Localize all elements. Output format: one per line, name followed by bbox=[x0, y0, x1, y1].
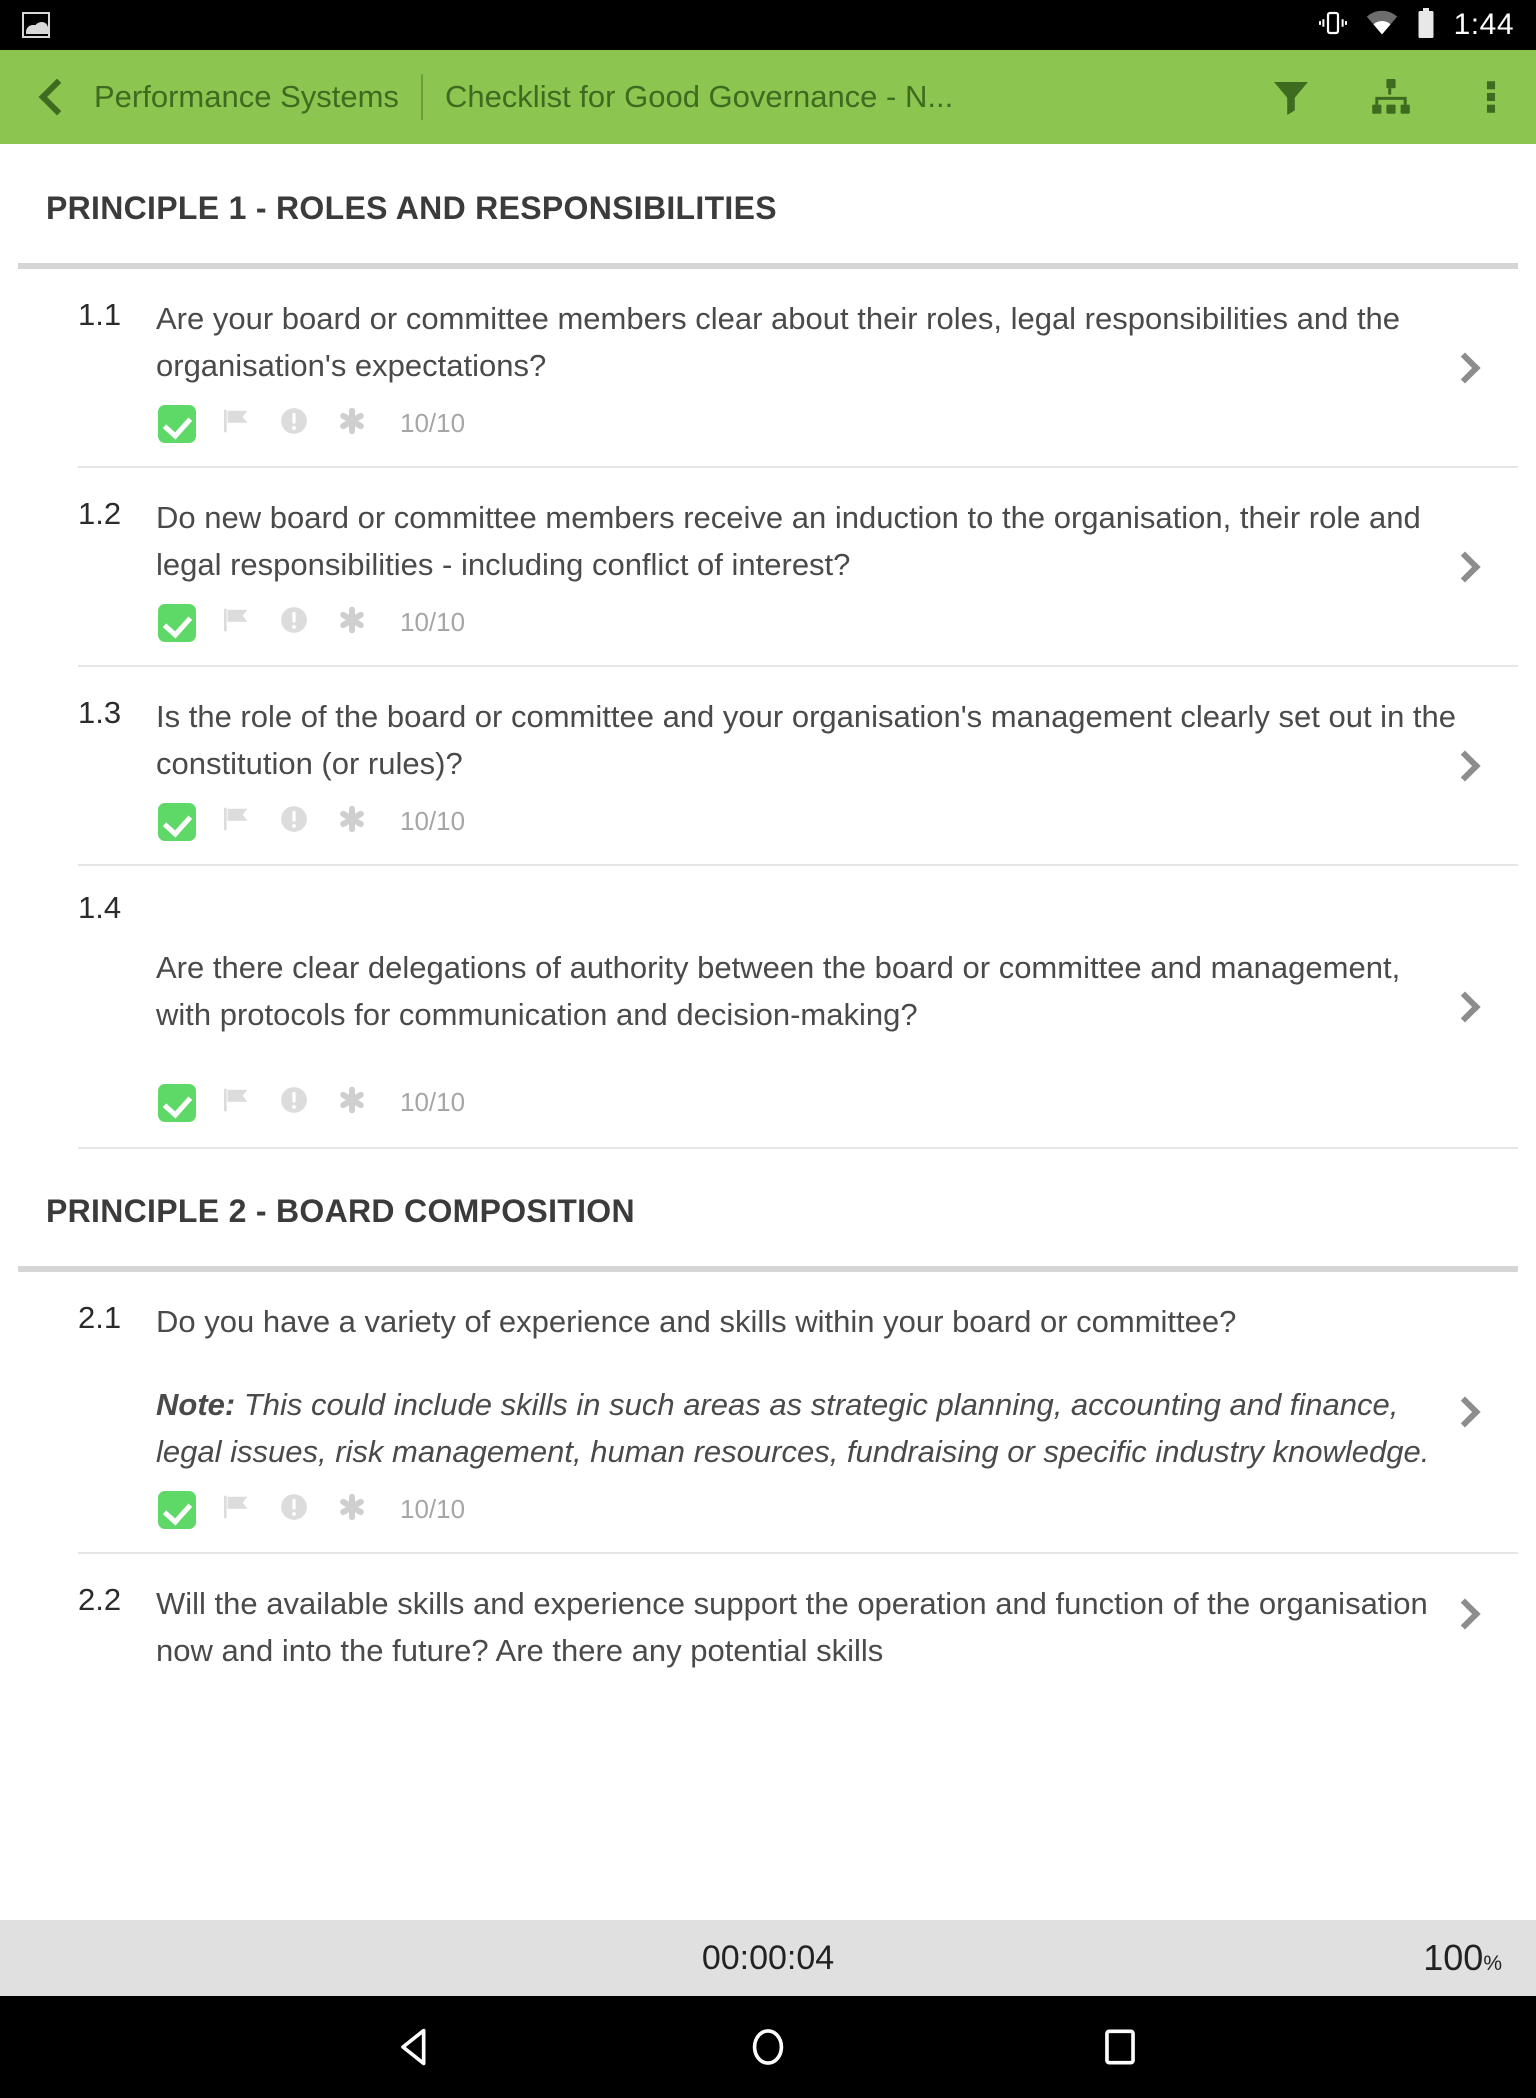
question-body: Will the available skills and experience… bbox=[156, 1580, 1518, 1674]
question-body: Are your board or committee members clea… bbox=[156, 295, 1518, 466]
chevron-right-icon[interactable] bbox=[1449, 1598, 1500, 1630]
question-text: Is the role of the board or committee an… bbox=[156, 699, 1457, 781]
asterisk-icon[interactable] bbox=[334, 403, 370, 444]
section-heading-principle-2: PRINCIPLE 2 - BOARD COMPOSITION bbox=[46, 1193, 635, 1229]
question-score: 10/10 bbox=[400, 806, 466, 836]
question-text: Are your board or committee members clea… bbox=[156, 301, 1401, 383]
asterisk-icon[interactable] bbox=[334, 602, 370, 643]
question-note-text: This could include skills in such areas … bbox=[156, 1387, 1430, 1469]
flag-icon[interactable] bbox=[218, 1489, 254, 1530]
checkbox-checked-icon[interactable] bbox=[158, 404, 196, 443]
table-row[interactable]: 1.2 Do new board or committee members re… bbox=[78, 468, 1518, 667]
vibrate-icon bbox=[1318, 8, 1348, 43]
checkbox-checked-icon[interactable] bbox=[158, 1490, 196, 1529]
chevron-right-icon[interactable] bbox=[1449, 990, 1500, 1023]
status-bar-left bbox=[22, 12, 50, 38]
table-row[interactable]: 1.1 Are your board or committee members … bbox=[78, 269, 1518, 468]
image-icon bbox=[22, 12, 50, 38]
status-bar-right: 1:44 bbox=[1318, 7, 1514, 43]
checklist-content[interactable]: PRINCIPLE 1 - ROLES AND RESPONSIBILITIES… bbox=[0, 144, 1536, 1920]
question-number: 2.2 bbox=[78, 1582, 122, 1617]
question-body: Is the role of the board or committee an… bbox=[156, 693, 1518, 864]
percent-symbol: % bbox=[1483, 1952, 1502, 1975]
status-bar-clock: 1:44 bbox=[1453, 8, 1514, 41]
question-score: 10/10 bbox=[400, 1494, 466, 1524]
completion-percent: 100% bbox=[1423, 1937, 1502, 1979]
question-number: 2.1 bbox=[78, 1300, 122, 1335]
question-score: 10/10 bbox=[400, 408, 466, 438]
filter-icon[interactable] bbox=[1264, 70, 1318, 124]
footer-bar: 00:00:04 100% bbox=[0, 1920, 1536, 1996]
battery-icon bbox=[1416, 7, 1436, 43]
completion-percent-value: 100 bbox=[1423, 1937, 1484, 1978]
back-chevron-icon[interactable] bbox=[30, 76, 72, 118]
chevron-right-icon[interactable] bbox=[1449, 351, 1500, 384]
chevron-right-icon[interactable] bbox=[1449, 1396, 1500, 1428]
question-meta: 10/10 bbox=[156, 588, 1468, 665]
chevron-right-icon[interactable] bbox=[1449, 749, 1500, 782]
question-text: Will the available skills and experience… bbox=[156, 1586, 1428, 1668]
checkbox-checked-icon[interactable] bbox=[158, 802, 196, 841]
question-meta: 10/10 bbox=[156, 389, 1468, 466]
question-meta: 10/10 bbox=[156, 1475, 1468, 1552]
android-nav-bar bbox=[0, 1996, 1536, 2098]
table-row[interactable]: 2.1 Do you have a variety of experience … bbox=[78, 1272, 1518, 1554]
checkbox-checked-icon[interactable] bbox=[158, 603, 196, 642]
question-text: Are there clear delegations of authority… bbox=[156, 950, 1401, 1032]
wifi-icon bbox=[1366, 10, 1398, 41]
question-text: Do you have a variety of experience and … bbox=[156, 1304, 1237, 1339]
asterisk-icon[interactable] bbox=[334, 1489, 370, 1530]
chevron-right-icon[interactable] bbox=[1449, 550, 1500, 583]
question-meta: 10/10 bbox=[156, 787, 1468, 864]
hierarchy-icon[interactable] bbox=[1364, 70, 1418, 124]
exclamation-circle-icon[interactable] bbox=[276, 1082, 312, 1123]
exclamation-circle-icon[interactable] bbox=[276, 1489, 312, 1530]
asterisk-icon[interactable] bbox=[334, 801, 370, 842]
nav-home-icon[interactable] bbox=[723, 2002, 813, 2092]
status-bar: 1:44 bbox=[0, 0, 1536, 50]
nav-recents-icon[interactable] bbox=[1075, 2002, 1165, 2092]
question-score: 10/10 bbox=[400, 1087, 466, 1117]
app-bar-actions bbox=[1234, 70, 1518, 124]
nav-back-icon[interactable] bbox=[371, 2002, 461, 2092]
asterisk-icon[interactable] bbox=[334, 1082, 370, 1123]
flag-icon[interactable] bbox=[218, 801, 254, 842]
section-heading-principle-1: PRINCIPLE 1 - ROLES AND RESPONSIBILITIES bbox=[46, 190, 777, 226]
question-body: Do new board or committee members receiv… bbox=[156, 494, 1518, 665]
question-note: Note: This could include skills in such … bbox=[156, 1381, 1468, 1475]
question-number: 1.1 bbox=[78, 297, 122, 332]
exclamation-circle-icon[interactable] bbox=[276, 602, 312, 643]
question-number: 1.3 bbox=[78, 695, 122, 730]
checkbox-checked-icon[interactable] bbox=[158, 1083, 196, 1122]
table-row[interactable]: 1.4 Are there clear delegations of autho… bbox=[78, 866, 1518, 1149]
flag-icon[interactable] bbox=[218, 403, 254, 444]
flag-icon[interactable] bbox=[218, 1082, 254, 1123]
question-body: Are there clear delegations of authority… bbox=[156, 944, 1518, 1147]
question-note-label: Note: bbox=[156, 1387, 236, 1422]
app-bar: Performance Systems Checklist for Good G… bbox=[0, 50, 1536, 144]
app-bar-title: Performance Systems bbox=[94, 79, 399, 114]
elapsed-timer: 00:00:04 bbox=[701, 1938, 835, 1977]
app-bar-subtitle: Checklist for Good Governance - N... bbox=[444, 79, 954, 114]
question-score: 10/10 bbox=[400, 607, 466, 637]
exclamation-circle-icon[interactable] bbox=[276, 403, 312, 444]
table-row[interactable]: 2.2 Will the available skills and experi… bbox=[78, 1554, 1518, 1674]
table-row[interactable]: 1.3 Is the role of the board or committe… bbox=[78, 667, 1518, 866]
app-bar-separator bbox=[420, 74, 423, 120]
overflow-menu-icon[interactable] bbox=[1464, 70, 1518, 124]
question-meta: 10/10 bbox=[156, 1038, 1418, 1147]
exclamation-circle-icon[interactable] bbox=[276, 801, 312, 842]
question-text: Do new board or committee members receiv… bbox=[156, 500, 1421, 582]
question-number: 1.2 bbox=[78, 496, 122, 531]
question-number: 1.4 bbox=[78, 890, 122, 925]
question-body: Do you have a variety of experience and … bbox=[156, 1298, 1518, 1552]
flag-icon[interactable] bbox=[218, 602, 254, 643]
